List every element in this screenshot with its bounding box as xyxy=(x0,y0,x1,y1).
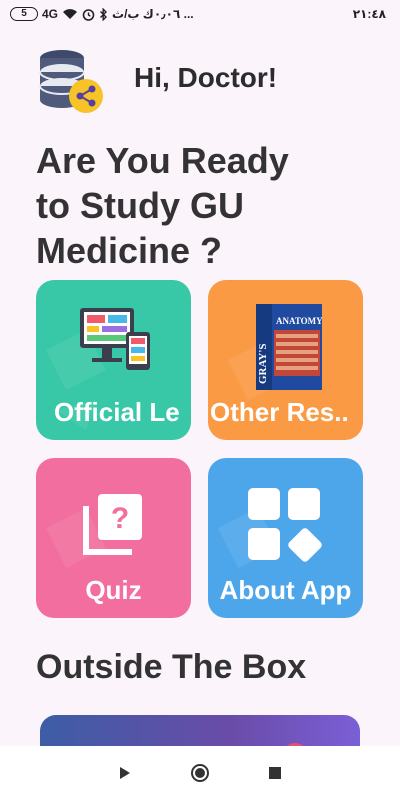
card-label: Other Res.. xyxy=(210,397,349,427)
quiz-question-icon: ? xyxy=(83,494,142,555)
bluetooth-icon xyxy=(99,7,108,21)
book-spine-text: GRAY'S xyxy=(257,343,269,384)
alarm-icon xyxy=(82,8,95,21)
book-title-text: ANATOMY xyxy=(276,316,323,326)
computer-devices-icon xyxy=(80,308,150,370)
greeting-text: Hi, Doctor! xyxy=(134,62,278,93)
clock: ٢١:٤٨ xyxy=(352,7,386,21)
card-label: Official Le xyxy=(54,397,180,427)
headline-line: Medicine ? xyxy=(36,230,223,271)
svg-text:?: ? xyxy=(111,502,129,535)
system-nav-bar xyxy=(0,746,400,800)
status-bar: 5 4G ٠٫٠٦ك ب/ث ... ٢١:٤٨ xyxy=(0,0,400,30)
grays-anatomy-book-icon: GRAY'S ANATOMY xyxy=(256,304,323,390)
wifi-icon xyxy=(62,8,78,20)
page-headline: Are You Ready to Study GU Medicine ? xyxy=(36,138,356,273)
about-app-card[interactable]: About App xyxy=(208,458,363,618)
card-label: Quiz xyxy=(85,575,142,605)
battery-icon: 5 xyxy=(10,7,38,21)
official-lectures-card[interactable]: Official Le xyxy=(36,280,191,440)
card-label: About App xyxy=(219,575,352,605)
database-share-icon xyxy=(36,46,104,114)
back-triangle-icon[interactable] xyxy=(114,762,136,784)
quiz-card[interactable]: ? Quiz xyxy=(36,458,191,618)
recents-square-icon[interactable] xyxy=(264,762,286,784)
apps-grid-icon xyxy=(248,488,322,562)
home-circle-icon[interactable] xyxy=(189,762,211,784)
headline-line: Are You Ready xyxy=(36,140,289,181)
network-speed: ٠٫٠٦ك ب/ث ... xyxy=(112,7,194,21)
headline-line: to Study GU xyxy=(36,185,244,226)
other-resources-card[interactable]: GRAY'S ANATOMY Other Res.. xyxy=(208,280,363,440)
network-type: 4G xyxy=(42,7,59,21)
section-title: Outside The Box xyxy=(36,648,307,686)
